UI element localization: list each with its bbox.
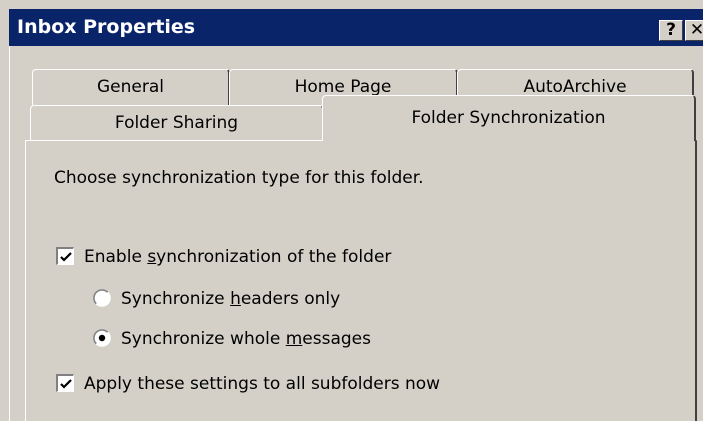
sync-whole-radio[interactable] [93,329,111,347]
dialog-left-edge [9,46,10,421]
sync-headers-radio[interactable] [93,289,111,307]
close-button[interactable]: ✕ [685,20,703,41]
tab-folder-synchronization[interactable]: Folder Synchronization [322,95,696,141]
check-icon [60,252,72,262]
check-icon [60,379,72,389]
radio-empty-icon [93,289,111,307]
radio-dot-icon [93,329,111,347]
sync-whole-label: Synchronize whole messages [121,329,371,349]
properties-dialog: Inbox Properties ? ✕ General Home Page A… [0,0,703,421]
title-bar: Inbox Properties ? ✕ [9,9,703,46]
tab-general[interactable]: General [32,69,230,105]
apply-subfolders-checkbox[interactable] [56,374,74,392]
panel-description: Choose synchronization type for this fol… [54,168,424,188]
apply-subfolders-label: Apply these settings to all subfolders n… [84,374,441,394]
tab-folder-sharing-label: Folder Sharing [114,113,239,133]
help-icon: ? [666,20,676,40]
enable-sync-label: Enable synchronization of the folder [84,247,392,267]
window-title: Inbox Properties [17,16,196,38]
enable-sync-checkbox[interactable] [56,247,74,265]
tab-folder-synchronization-label: Folder Synchronization [411,108,606,128]
tab-general-label: General [97,77,164,97]
help-button[interactable]: ? [659,20,683,41]
sync-headers-label: Synchronize headers only [121,289,341,309]
tab-folder-sharing[interactable]: Folder Sharing [30,105,324,140]
close-icon: ✕ [689,20,703,40]
